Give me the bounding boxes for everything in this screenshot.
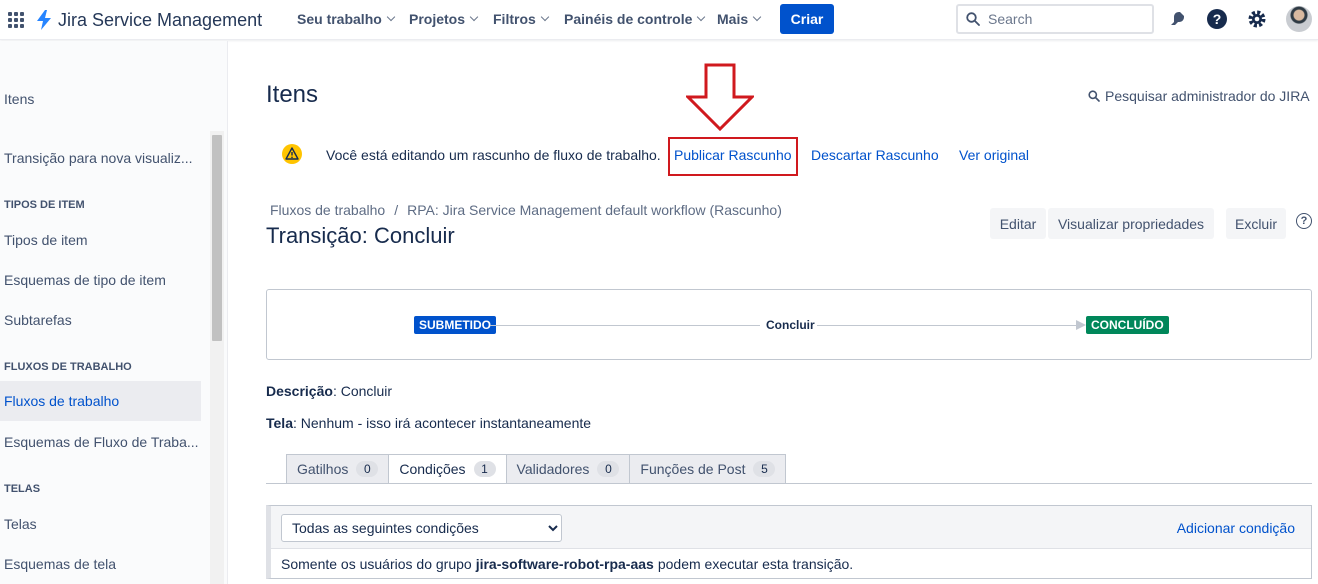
chevron-down-icon xyxy=(469,12,479,22)
description-label: Descrição xyxy=(266,383,333,399)
sidebar-item-screens[interactable]: Telas xyxy=(0,504,201,544)
transition-title: Transição: Concluir xyxy=(266,223,455,248)
tab-label: Validadores xyxy=(516,461,590,477)
add-condition-link[interactable]: Adicionar condição xyxy=(1177,520,1295,536)
breadcrumb-workflows-link[interactable]: Fluxos de trabalho xyxy=(270,202,385,218)
chevron-down-icon xyxy=(697,12,706,22)
delete-button[interactable]: Excluir xyxy=(1226,208,1286,239)
product-name: Jira Service Management xyxy=(58,9,263,30)
sidebar-item-subtasks[interactable]: Subtarefas xyxy=(0,300,201,340)
admin-search-link[interactable]: Pesquisar administrador do JIRA xyxy=(1088,88,1310,104)
sidebar-section-screens: TELAS xyxy=(4,483,41,495)
discard-draft-link[interactable]: Descartar Rascunho xyxy=(811,147,939,163)
condition-group-name: jira-software-robot-rpa-aas xyxy=(475,555,654,572)
transition-tabs: Gatilhos 0 Condições 1 Validadores 0 Funçõe… xyxy=(286,454,787,484)
annotation-arrow-icon xyxy=(686,63,754,131)
tab-label: Condições xyxy=(399,461,466,477)
diagram-line xyxy=(490,325,760,326)
sidebar-title: Itens xyxy=(4,91,35,107)
conditions-panel: Todas as seguintes condições Adicionar c… xyxy=(266,505,1312,579)
search-icon xyxy=(966,12,980,26)
tab-label: Funções de Post xyxy=(640,461,746,477)
user-avatar[interactable] xyxy=(1286,6,1312,32)
transition-diagram: SUBMETIDO Concluir CONCLUÍDO xyxy=(266,289,1312,360)
tab-divider xyxy=(266,483,1312,484)
tab-count-badge: 5 xyxy=(753,461,776,477)
help-icon[interactable]: ? xyxy=(1206,8,1228,30)
nav-label: Filtros xyxy=(493,11,536,27)
page-title: Itens xyxy=(266,81,319,108)
warning-icon xyxy=(282,144,302,164)
lightning-icon xyxy=(37,10,51,30)
sidebar-item-workflows[interactable]: Fluxos de trabalho xyxy=(0,381,201,421)
nav-label: Painéis de controle xyxy=(564,11,693,27)
chevron-down-icon xyxy=(386,12,396,22)
conditions-header: Todas as seguintes condições Adicionar c… xyxy=(271,506,1311,548)
breadcrumb: Fluxos de trabalho / RPA: Jira Service Man… xyxy=(270,202,782,218)
transition-name-label: Concluir xyxy=(766,318,815,332)
notifications-icon[interactable] xyxy=(1166,8,1188,30)
diagram-line xyxy=(817,325,1079,326)
edit-button[interactable]: Editar xyxy=(990,208,1046,239)
settings-icon[interactable] xyxy=(1246,8,1268,30)
sidebar-item-item-type-schemes[interactable]: Esquemas de tipo de item xyxy=(0,260,201,300)
nav-mais[interactable]: Mais xyxy=(717,11,762,27)
chevron-down-icon xyxy=(752,12,762,22)
search-input[interactable] xyxy=(988,11,1138,27)
sidebar-scrollbar-thumb[interactable] xyxy=(212,135,222,341)
sidebar-item-item-types[interactable]: Tipos de item xyxy=(0,220,201,260)
tab-validators[interactable]: Validadores 0 xyxy=(505,454,630,484)
nav-projetos[interactable]: Projetos xyxy=(409,11,479,27)
admin-search-label: Pesquisar administrador do JIRA xyxy=(1105,88,1310,104)
top-navigation: Jira Service Management Seu trabalho Pro… xyxy=(0,0,1318,40)
sidebar-item-workflow-schemes[interactable]: Esquemas de Fluxo de Traba... xyxy=(0,422,201,462)
tab-label: Gatilhos xyxy=(297,461,349,477)
description-value: : Concluir xyxy=(332,383,393,399)
from-status-lozenge: SUBMETIDO xyxy=(414,316,496,334)
tab-count-badge: 0 xyxy=(597,461,620,477)
arrow-right-icon xyxy=(1076,320,1086,330)
annotation-highlight-box xyxy=(668,137,798,176)
sidebar-item-screen-schemes[interactable]: Esquemas de tela xyxy=(0,544,201,584)
screen-label: Tela xyxy=(266,415,293,431)
screen-property: Tela: Nenhum - isso irá acontecer instan… xyxy=(266,415,591,431)
nav-filtros[interactable]: Filtros xyxy=(493,11,550,27)
nav-label: Projetos xyxy=(409,11,466,27)
help-icon[interactable]: ? xyxy=(1296,213,1312,229)
screen-value: : Nenhum - isso irá acontecer instantane… xyxy=(292,415,592,431)
tab-conditions[interactable]: Condições 1 xyxy=(388,454,506,484)
breadcrumb-current-workflow-link[interactable]: RPA: Jira Service Management default wor… xyxy=(407,202,782,218)
sidebar-section-item-types: TIPOS DE ITEM xyxy=(4,199,85,211)
description-property: Descrição: Concluir xyxy=(266,383,392,399)
tab-count-badge: 0 xyxy=(356,461,379,477)
nav-seu-trabalho[interactable]: Seu trabalho xyxy=(297,11,396,27)
product-logo[interactable]: Jira Service Management xyxy=(36,8,262,32)
admin-sidebar: Itens Transição para nova visualiz... TI… xyxy=(0,41,228,584)
search-icon xyxy=(1088,90,1100,102)
chevron-down-icon xyxy=(540,12,550,22)
condition-group-select[interactable]: Todas as seguintes condições xyxy=(281,514,562,542)
tab-triggers[interactable]: Gatilhos 0 xyxy=(286,454,389,484)
sidebar-item-transition-new-view[interactable]: Transição para nova visualiz... xyxy=(0,138,201,178)
apps-grid-icon[interactable] xyxy=(8,12,24,28)
sidebar-section-workflows: FLUXOS DE TRABALHO xyxy=(4,361,132,373)
svg-text:?: ? xyxy=(1213,11,1222,27)
condition-row: Somente os usuários do grupo jira-softwa… xyxy=(271,548,1311,578)
breadcrumb-separator: / xyxy=(394,202,399,218)
condition-text-after: podem executar esta transição. xyxy=(657,555,854,572)
view-original-link[interactable]: Ver original xyxy=(959,147,1029,163)
draft-message: Você está editando um rascunho de fluxo … xyxy=(326,147,661,163)
tab-post-functions[interactable]: Funções de Post 5 xyxy=(629,454,787,484)
nav-paineis[interactable]: Painéis de controle xyxy=(564,11,706,27)
to-status-lozenge: CONCLUÍDO xyxy=(1086,316,1169,334)
search-box[interactable] xyxy=(956,4,1154,34)
create-button[interactable]: Criar xyxy=(780,4,834,34)
nav-label: Mais xyxy=(717,11,749,27)
condition-text-before: Somente os usuários do grupo xyxy=(281,555,472,572)
view-properties-button[interactable]: Visualizar propriedades xyxy=(1048,208,1214,239)
tab-count-badge: 1 xyxy=(473,461,496,477)
nav-label: Seu trabalho xyxy=(297,11,382,27)
